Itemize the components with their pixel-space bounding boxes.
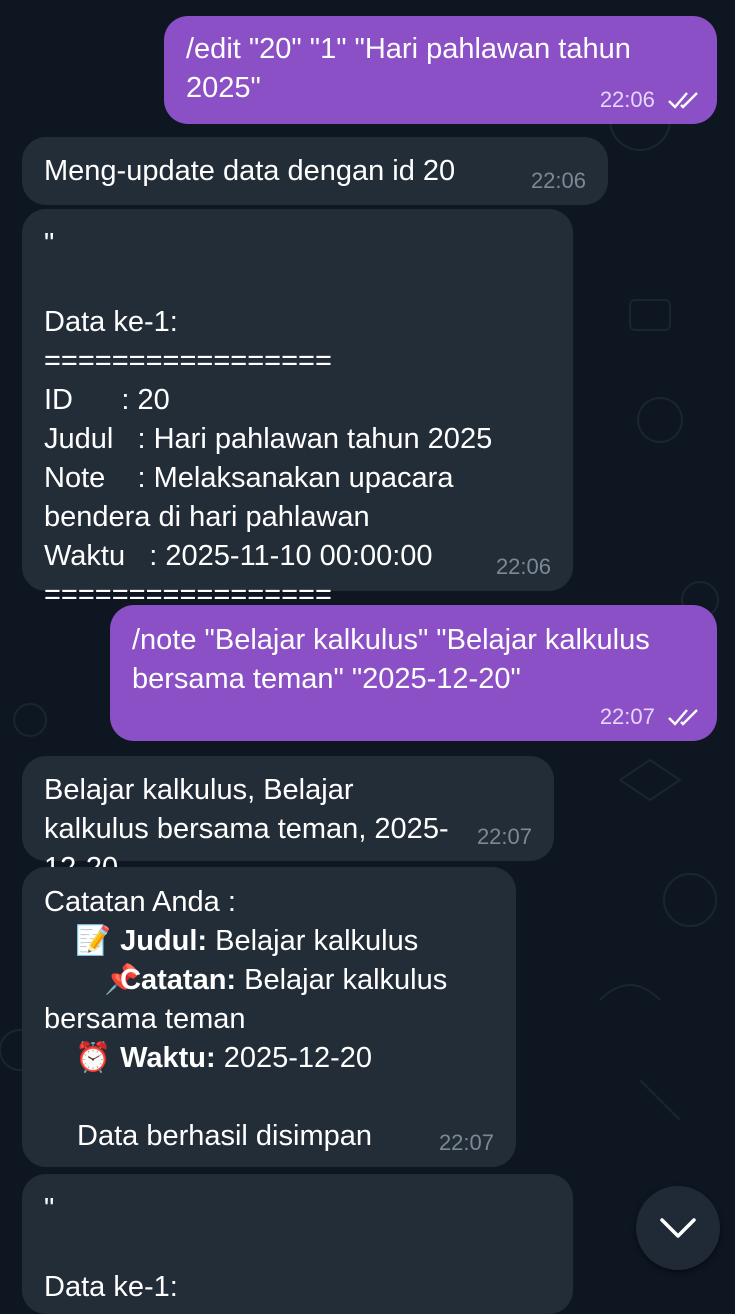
message-time: 22:07 [599,704,655,729]
note-time-line: ⏰ Waktu: 2025-12-20 [44,1039,494,1078]
message-time: 22:07 [438,1130,494,1155]
double-check-icon [668,92,698,109]
judul-label: Judul: [120,925,208,957]
message-time: 22:06 [530,168,586,193]
outgoing-message[interactable]: /edit "20" "1" "Hari pahlawan tahun 2025… [164,16,717,124]
message-time: 22:06 [495,554,551,579]
scroll-down-button[interactable] [636,1186,720,1270]
incoming-message[interactable]: " Data ke-1: [22,1174,573,1314]
pushpin-icon: 📌 [104,964,141,996]
message-footer: Data berhasil disimpan [77,1120,372,1152]
message-time: 22:07 [476,824,532,849]
incoming-message[interactable]: Belajar kalkulus, Belajar kalkulus bersa… [22,756,554,884]
message-meta: 22:07 [600,705,703,729]
catatan-label: Catatan: [120,964,237,996]
note-body-line: 📌 Catatan: Belajar kalkulus bersama tema… [44,961,494,1039]
incoming-message[interactable]: Catatan Anda : 📝 Judul: Belajar kalkulus… [22,867,516,1167]
outgoing-message[interactable]: /note "Belajar kalkulus" "Belajar kalkul… [110,605,717,741]
message-header: Catatan Anda : [44,886,236,918]
message-meta: 22:06 [600,88,703,112]
waktu-label: Waktu: [120,1042,216,1074]
message-text: " Data ke-1: ================= ID : 20 J… [44,228,493,611]
double-check-icon [668,709,698,726]
alarm-clock-icon: ⏰ [74,1042,112,1074]
chevron-down-icon [660,1218,696,1238]
message-text: /note "Belajar kalkulus" "Belajar kalkul… [132,624,658,695]
memo-icon: 📝 [74,925,112,957]
message-text: " Data ke-1: [44,1193,178,1303]
note-title-line: 📝 Judul: Belajar kalkulus [44,922,494,961]
judul-value: Belajar kalkulus [207,925,419,957]
message-text: Meng-update data dengan id 20 [44,155,456,187]
waktu-value: 2025-12-20 [215,1042,373,1074]
message-time: 22:06 [599,87,655,112]
incoming-message[interactable]: Meng-update data dengan id 20 22:06 [22,137,608,205]
incoming-message[interactable]: " Data ke-1: ================= ID : 20 J… [22,209,573,611]
